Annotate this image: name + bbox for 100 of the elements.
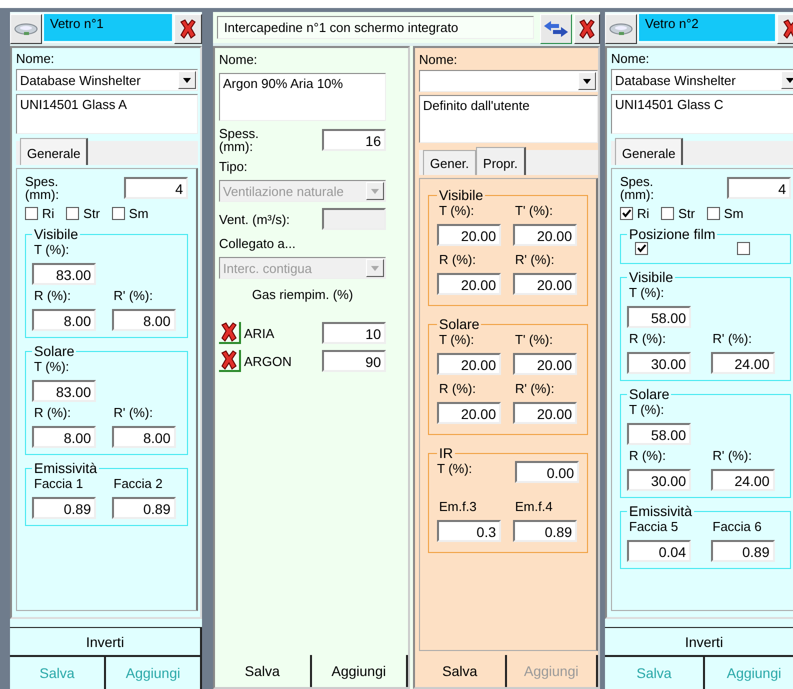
thickness-label: Spess. (mm): [219, 127, 260, 153]
field-label: R (%): [33, 288, 72, 303]
swap-button[interactable] [540, 14, 572, 44]
input-field[interactable]: 8.00 [112, 309, 176, 331]
swap-arrows-icon [543, 20, 569, 38]
input-field[interactable]: 58.00 [627, 423, 691, 445]
dish-icon [609, 21, 633, 37]
input-field[interactable]: 58.00 [627, 306, 691, 328]
tab[interactable]: Gener. [423, 150, 476, 175]
input-field[interactable]: 24.00 [710, 352, 774, 374]
checkbox-label: Sm [128, 206, 148, 221]
input-field[interactable]: 0.3 [437, 520, 501, 542]
input-field[interactable]: 20.00 [437, 402, 501, 424]
field-label: R' (%): [112, 288, 154, 303]
input-field[interactable]: 30.00 [627, 469, 691, 491]
checkbox[interactable] [706, 207, 720, 220]
action-button[interactable]: Salva [415, 655, 506, 687]
tab[interactable]: Propr. [476, 147, 526, 175]
checkbox-label: Str [83, 206, 100, 221]
field-label: T' (%): [514, 332, 554, 347]
group-title: Posizione film [628, 226, 716, 242]
field-label: R' (%): [514, 381, 556, 396]
material-field[interactable]: Definito dall'utente [419, 95, 598, 143]
input-field[interactable]: 24.00 [710, 469, 774, 491]
close-button[interactable] [574, 14, 600, 44]
checkbox[interactable] [112, 207, 125, 220]
checkbox-label: Sm [724, 206, 744, 221]
field-label: Faccia 2 [112, 476, 164, 491]
group-title: IR [438, 445, 454, 461]
glass-button[interactable] [10, 14, 42, 44]
type-label: Tipo: [219, 159, 248, 174]
checkbox[interactable] [620, 207, 633, 220]
field-label: Faccia 5 [628, 519, 680, 534]
input-field[interactable]: 83.00 [32, 263, 96, 285]
input-field[interactable]: 20.00 [513, 402, 577, 424]
field-label: R (%): [33, 405, 72, 420]
tab[interactable]: Generale [615, 138, 684, 165]
input-field[interactable]: 8.00 [32, 309, 96, 331]
input-field[interactable]: 0.89 [710, 540, 774, 562]
gas-name: ARIA [244, 326, 276, 340]
action-button[interactable]: Aggiungi [312, 655, 408, 687]
thickness-label: Spes. (mm): [620, 175, 655, 201]
cross-icon [220, 350, 238, 370]
checkbox-label: Ri [42, 206, 54, 221]
input-field[interactable]: 10 [322, 322, 386, 344]
field-label: T (%): [628, 285, 666, 300]
input-field[interactable]: 20.00 [437, 273, 501, 295]
input-field[interactable]: 20.00 [437, 353, 501, 375]
gas-name-field[interactable]: Argon 90% Aria 10% [219, 73, 386, 121]
group-title: Emissività [628, 503, 694, 519]
input-field[interactable]: 0.89 [32, 497, 96, 519]
input-field[interactable]: 8.00 [112, 426, 176, 448]
input-field[interactable]: 90 [322, 350, 386, 372]
checkbox[interactable] [25, 207, 38, 220]
input-field[interactable]: 20.00 [513, 224, 577, 246]
dropdown-arrow-icon [371, 266, 379, 270]
gap-title-field[interactable]: Intercapedine n°1 con schermo integrato [217, 16, 534, 39]
link-label: Collegato a... [219, 236, 297, 251]
name-label: Nome: [219, 52, 258, 67]
field-label: T (%): [438, 332, 476, 347]
delete-button[interactable] [219, 322, 241, 344]
name-label: Nome: [419, 52, 458, 67]
input-field[interactable]: 0.00 [515, 461, 579, 483]
glass-button[interactable] [605, 14, 637, 44]
input-field[interactable]: 16 [322, 129, 386, 151]
invert-button[interactable]: Inverti [605, 627, 793, 657]
input-field[interactable]: 4 [727, 177, 791, 199]
group-title: Emissività [33, 460, 98, 476]
dropdown-arrow-icon [183, 78, 191, 82]
checkbox[interactable] [661, 207, 674, 220]
group-title: Visibile [33, 226, 80, 242]
input-field[interactable]: 0.89 [112, 497, 176, 519]
checkbox[interactable] [737, 242, 750, 255]
input-field[interactable]: 30.00 [627, 352, 691, 374]
input-field[interactable]: 8.00 [32, 426, 96, 448]
name-label: Nome: [611, 51, 650, 66]
input-field[interactable]: 0.04 [627, 540, 691, 562]
checkbox[interactable] [635, 242, 648, 255]
field-label: T (%): [33, 359, 70, 374]
material-field[interactable]: UNI14501 Glass A [16, 94, 198, 134]
input-field[interactable]: 4 [124, 177, 188, 199]
close-button[interactable] [174, 14, 202, 44]
field-label: T (%): [628, 402, 666, 417]
input-field[interactable]: 0.89 [513, 520, 577, 542]
input-field[interactable]: 20.00 [513, 273, 577, 295]
field-label: T' (%): [514, 203, 554, 218]
input-field[interactable]: 83.00 [32, 380, 96, 402]
invert-button[interactable]: Inverti [10, 627, 202, 657]
material-field[interactable]: UNI14501 Glass C [611, 94, 793, 134]
input-field[interactable]: 20.00 [513, 353, 577, 375]
dish-icon [14, 21, 38, 37]
delete-button[interactable] [219, 350, 241, 372]
tab[interactable]: Generale [20, 138, 88, 165]
action-button[interactable]: Salva [215, 655, 312, 687]
source-dropdown[interactable]: Database Winshelter [16, 69, 198, 91]
field-label: R' (%): [712, 331, 753, 346]
dropdown[interactable] [419, 70, 598, 92]
input-field[interactable]: 20.00 [437, 224, 501, 246]
source-dropdown[interactable]: Database Winshelter [611, 69, 793, 91]
checkbox[interactable] [66, 207, 80, 220]
